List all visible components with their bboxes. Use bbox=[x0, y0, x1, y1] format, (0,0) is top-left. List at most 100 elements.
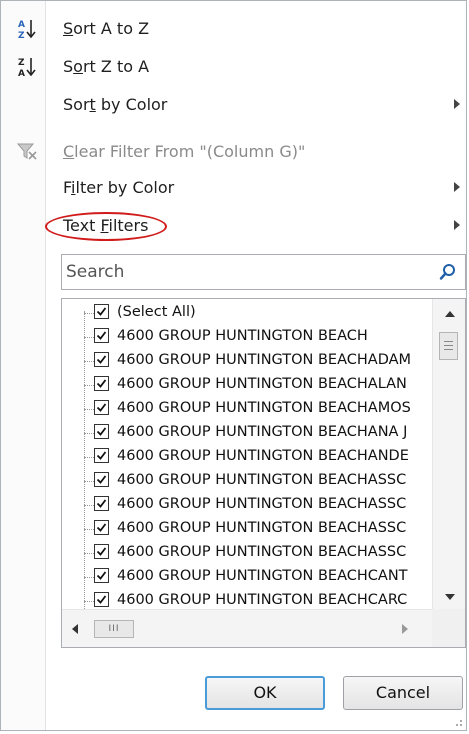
scroll-up-arrow-icon[interactable] bbox=[445, 311, 455, 317]
svg-text:Z: Z bbox=[18, 58, 25, 68]
list-item[interactable]: 4600 GROUP HUNTINGTON BEACH bbox=[62, 325, 432, 349]
horizontal-scroll-thumb[interactable]: III bbox=[94, 620, 134, 638]
checkmark-icon bbox=[96, 331, 107, 340]
list-item-label: 4600 GROUP HUNTINGTON BEACH bbox=[117, 328, 368, 344]
list-item-label: 4600 GROUP HUNTINGTON BEACHCANT bbox=[117, 568, 408, 584]
checkmark-icon bbox=[96, 403, 107, 412]
checkbox[interactable] bbox=[94, 592, 109, 607]
checkmark-icon bbox=[96, 355, 107, 364]
checkmark-icon bbox=[96, 523, 107, 532]
horizontal-scrollbar[interactable]: III bbox=[62, 609, 432, 647]
checkmark-icon bbox=[96, 307, 107, 316]
tree-branch-line bbox=[84, 433, 94, 434]
checkbox[interactable] bbox=[94, 544, 109, 559]
tree-branch-line bbox=[84, 505, 94, 506]
checklist-items-area: (Select All) 4600 GROUP HUNTINGTON BEACH 4… bbox=[62, 299, 432, 609]
checkbox[interactable] bbox=[94, 496, 109, 511]
menu-item-sort-a-to-z[interactable]: A Z Sort A to Z bbox=[1, 11, 468, 47]
tree-branch-line bbox=[84, 529, 94, 530]
filter-by-color-label: Filter by Color bbox=[63, 178, 175, 197]
checkmark-icon bbox=[96, 499, 107, 508]
list-item-label: 4600 GROUP HUNTINGTON BEACHAMOS bbox=[117, 400, 411, 416]
tree-branch-line bbox=[84, 313, 94, 314]
checkbox[interactable] bbox=[94, 424, 109, 439]
tree-branch-line bbox=[84, 577, 94, 578]
checkmark-icon bbox=[96, 475, 107, 484]
menu-item-sort-by-color[interactable]: Sort by Color bbox=[1, 87, 468, 123]
checkbox[interactable] bbox=[94, 472, 109, 487]
list-item[interactable]: 4600 GROUP HUNTINGTON BEACHCANT bbox=[62, 565, 432, 589]
list-item[interactable]: 4600 GROUP HUNTINGTON BEACHANA J bbox=[62, 421, 432, 445]
tree-branch-line bbox=[84, 553, 94, 554]
ok-button[interactable]: OK bbox=[205, 676, 325, 710]
list-item[interactable]: 4600 GROUP HUNTINGTON BEACHANDE bbox=[62, 445, 432, 469]
scroll-right-arrow-icon[interactable] bbox=[402, 624, 408, 634]
search-box bbox=[61, 254, 466, 290]
sort-z-to-a-label: Sort Z to A bbox=[63, 57, 150, 76]
checkmark-icon bbox=[96, 571, 107, 580]
clear-filter-label: Clear Filter From "(Column G)" bbox=[63, 142, 306, 161]
checkbox[interactable] bbox=[94, 376, 109, 391]
list-item-label: 4600 GROUP HUNTINGTON BEACHCARC bbox=[117, 592, 408, 608]
checkbox[interactable] bbox=[94, 520, 109, 535]
vertical-scrollbar[interactable] bbox=[432, 299, 465, 609]
scrollbar-corner bbox=[432, 609, 465, 647]
checkbox[interactable] bbox=[94, 448, 109, 463]
list-item-label: 4600 GROUP HUNTINGTON BEACHASSC bbox=[117, 520, 407, 536]
checkmark-icon bbox=[96, 451, 107, 460]
list-item-label: 4600 GROUP HUNTINGTON BEACHASSC bbox=[117, 496, 407, 512]
sort-az-icon: A Z bbox=[18, 20, 36, 41]
list-item[interactable]: 4600 GROUP HUNTINGTON BEACHALAN bbox=[62, 373, 432, 397]
sort-by-color-label: Sort by Color bbox=[63, 95, 168, 114]
svg-text:Z: Z bbox=[18, 31, 25, 41]
list-item[interactable]: 4600 GROUP HUNTINGTON BEACHASSC bbox=[62, 541, 432, 565]
scroll-down-arrow-icon[interactable] bbox=[445, 594, 455, 600]
menu-item-clear-filter: Clear Filter From "(Column G)" bbox=[1, 134, 468, 170]
tree-branch-line bbox=[84, 337, 94, 338]
list-item-label: 4600 GROUP HUNTINGTON BEACHASSC bbox=[117, 472, 407, 488]
clear-filter-icon bbox=[16, 143, 37, 160]
scroll-left-arrow-icon[interactable] bbox=[72, 624, 78, 634]
select-all-item[interactable]: (Select All) bbox=[62, 301, 432, 325]
checkmark-icon bbox=[96, 427, 107, 436]
checkbox[interactable] bbox=[94, 304, 109, 319]
svg-text:A: A bbox=[18, 20, 25, 30]
list-item-label: 4600 GROUP HUNTINGTON BEACHALAN bbox=[117, 376, 407, 392]
submenu-arrow-icon bbox=[454, 182, 460, 192]
menu-item-sort-z-to-a[interactable]: Z A Sort Z to A bbox=[1, 49, 468, 85]
submenu-arrow-icon bbox=[454, 99, 460, 109]
checkmark-icon bbox=[96, 379, 107, 388]
tree-branch-line bbox=[84, 601, 94, 602]
tree-branch-line bbox=[84, 409, 94, 410]
search-input[interactable] bbox=[64, 258, 428, 286]
list-item-label: 4600 GROUP HUNTINGTON BEACHASSC bbox=[117, 544, 407, 560]
sort-za-icon: Z A bbox=[18, 58, 36, 79]
cancel-button[interactable]: Cancel bbox=[343, 676, 463, 710]
vertical-scroll-thumb[interactable] bbox=[439, 332, 458, 360]
list-item-label: (Select All) bbox=[117, 304, 196, 320]
checkbox[interactable] bbox=[94, 352, 109, 367]
menu-item-filter-by-color[interactable]: Filter by Color bbox=[1, 170, 468, 206]
autofilter-dropdown: A Z Sort A to Z Z A Sort Z to A Sort by … bbox=[0, 0, 467, 731]
list-item[interactable]: 4600 GROUP HUNTINGTON BEACHASSC bbox=[62, 493, 432, 517]
checkbox[interactable] bbox=[94, 328, 109, 343]
checkbox[interactable] bbox=[94, 400, 109, 415]
tree-branch-line bbox=[84, 385, 94, 386]
list-item[interactable]: 4600 GROUP HUNTINGTON BEACHAMOS bbox=[62, 397, 432, 421]
value-checklist: (Select All) 4600 GROUP HUNTINGTON BEACH 4… bbox=[61, 298, 466, 648]
tree-branch-line bbox=[84, 361, 94, 362]
list-item[interactable]: 4600 GROUP HUNTINGTON BEACHASSC bbox=[62, 517, 432, 541]
list-item-label: 4600 GROUP HUNTINGTON BEACHADAM bbox=[117, 352, 412, 368]
list-item[interactable]: 4600 GROUP HUNTINGTON BEACHASSC bbox=[62, 469, 432, 493]
resize-grip-icon[interactable] bbox=[452, 718, 462, 728]
tree-branch-line bbox=[84, 457, 94, 458]
svg-text:A: A bbox=[18, 69, 25, 79]
checkmark-icon bbox=[96, 547, 107, 556]
highlight-oval bbox=[45, 212, 167, 241]
tree-branch-line bbox=[84, 481, 94, 482]
list-item[interactable]: 4600 GROUP HUNTINGTON BEACHCARC bbox=[62, 589, 432, 609]
checkbox[interactable] bbox=[94, 568, 109, 583]
list-item-label: 4600 GROUP HUNTINGTON BEACHANA J bbox=[117, 424, 408, 440]
list-item[interactable]: 4600 GROUP HUNTINGTON BEACHADAM bbox=[62, 349, 432, 373]
magnifier-icon[interactable] bbox=[439, 263, 457, 281]
